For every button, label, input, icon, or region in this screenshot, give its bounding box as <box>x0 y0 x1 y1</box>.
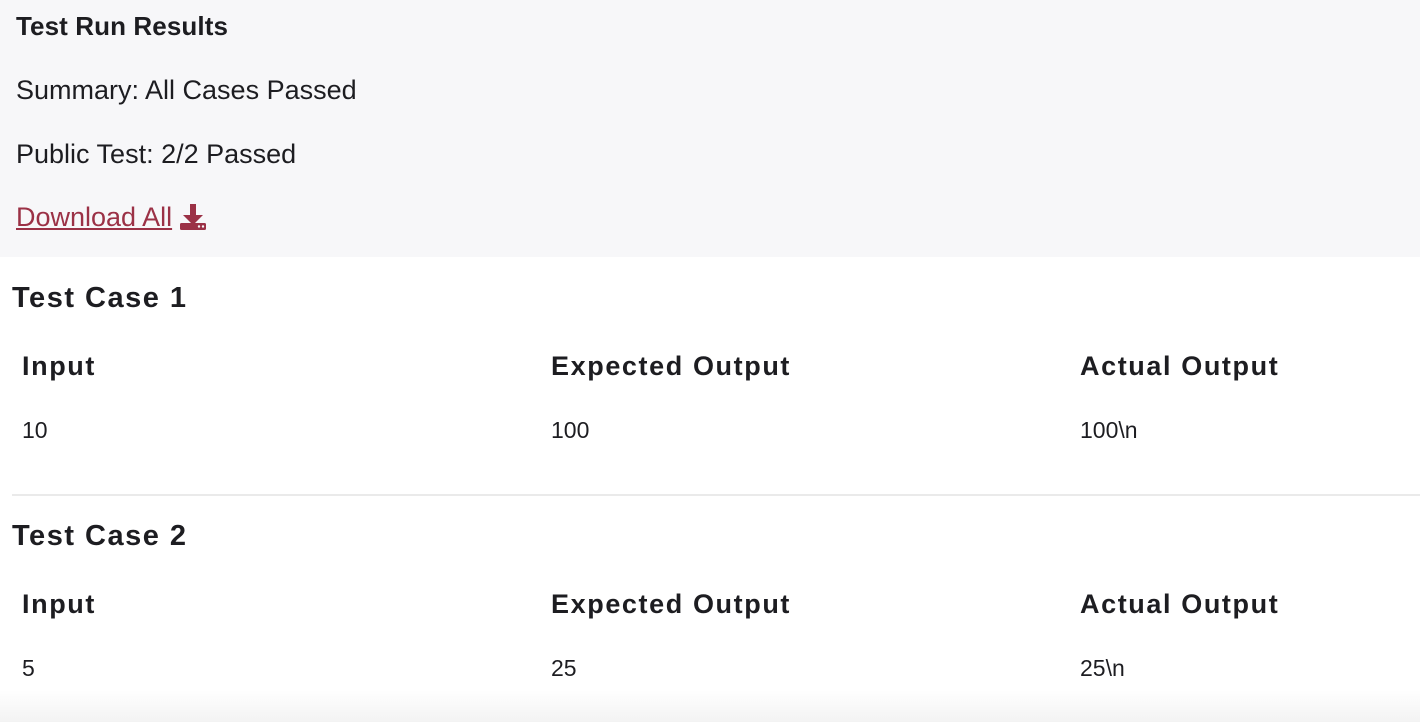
expected-output-column-header: Expected Output <box>551 589 792 619</box>
bottom-scroll-fade <box>0 690 1420 722</box>
actual-output-column-header: Actual Output <box>1080 589 1280 619</box>
expected-output-cell: 25 <box>551 655 577 681</box>
input-column-header: Input <box>22 351 96 381</box>
download-all-label: Download All <box>16 202 173 232</box>
input-cell: 10 <box>22 417 48 443</box>
expected-output-column-header: Expected Output <box>551 351 792 381</box>
actual-output-column-header: Actual Output <box>1080 351 1280 381</box>
input-cell: 5 <box>22 655 35 681</box>
public-test-status: Public Test: 2/2 Passed <box>16 139 297 169</box>
input-column-header: Input <box>22 589 96 619</box>
test-case-divider <box>12 494 1420 496</box>
actual-output-cell: 100\n <box>1080 417 1138 443</box>
results-title: Test Run Results <box>16 11 229 41</box>
download-icon <box>178 202 208 232</box>
expected-output-cell: 100 <box>551 417 590 443</box>
download-all-link[interactable]: Download All <box>16 200 208 234</box>
test-case-title: Test Case 2 <box>12 520 188 552</box>
test-case-title: Test Case 1 <box>12 282 188 314</box>
results-summary-panel: Test Run Results Summary: All Cases Pass… <box>0 0 1420 257</box>
summary-status: Summary: All Cases Passed <box>16 75 357 105</box>
actual-output-cell: 25\n <box>1080 655 1125 681</box>
